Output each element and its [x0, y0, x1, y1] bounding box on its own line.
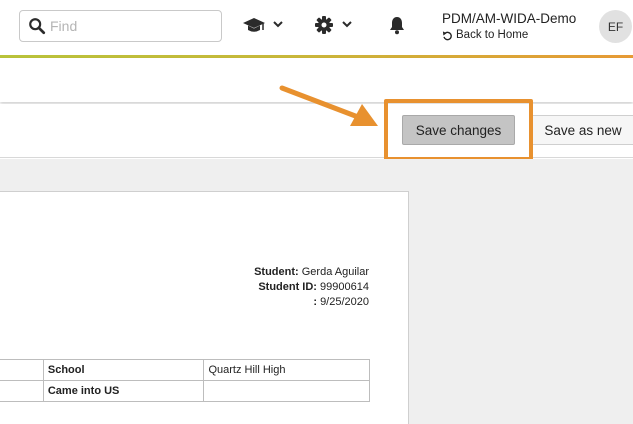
table-row: Came into US — [0, 380, 370, 402]
table-cell — [0, 380, 44, 402]
chevron-down-icon[interactable] — [341, 18, 353, 30]
date-value: 9/25/2020 — [320, 296, 369, 308]
table-row: School Quartz Hill High — [0, 359, 370, 381]
date-line: : 9/25/2020 — [313, 296, 369, 308]
graduation-cap-icon[interactable] — [242, 14, 266, 36]
student-label: Student: — [254, 266, 299, 278]
student-info-table: School Quartz Hill High Came into US — [0, 359, 370, 402]
search-box[interactable] — [19, 10, 222, 42]
undo-arrow-icon — [442, 30, 452, 40]
table-cell — [0, 359, 44, 381]
save-changes-button[interactable]: Save changes — [402, 115, 515, 145]
table-field-label: Came into US — [42, 380, 205, 402]
student-id-line: Student ID: 99900614 — [258, 281, 369, 293]
table-field-value — [203, 380, 370, 402]
back-to-home-link[interactable]: Back to Home — [442, 29, 528, 41]
user-avatar[interactable]: EF — [599, 10, 632, 43]
student-id-label: Student ID: — [258, 281, 317, 293]
organization-name: PDM/AM-WIDA-Demo — [442, 11, 577, 26]
student-name-line: Student: Gerda Aguilar — [254, 266, 369, 278]
bell-icon[interactable] — [388, 14, 406, 36]
back-to-home-label: Back to Home — [456, 29, 529, 41]
chevron-down-icon[interactable] — [272, 18, 284, 30]
table-field-label: School — [42, 359, 205, 381]
student-name: Gerda Aguilar — [301, 266, 369, 278]
search-icon — [29, 18, 46, 35]
gear-icon[interactable] — [314, 14, 334, 36]
top-navigation-bar: PDM/AM-WIDA-Demo Back to Home EF — [0, 0, 633, 55]
subheader-bar — [0, 58, 633, 102]
search-input[interactable] — [50, 16, 215, 36]
date-label: : — [313, 296, 317, 308]
save-as-new-button[interactable]: Save as new — [531, 115, 633, 145]
student-id: 99900614 — [320, 281, 369, 293]
table-field-value: Quartz Hill High — [203, 359, 370, 381]
